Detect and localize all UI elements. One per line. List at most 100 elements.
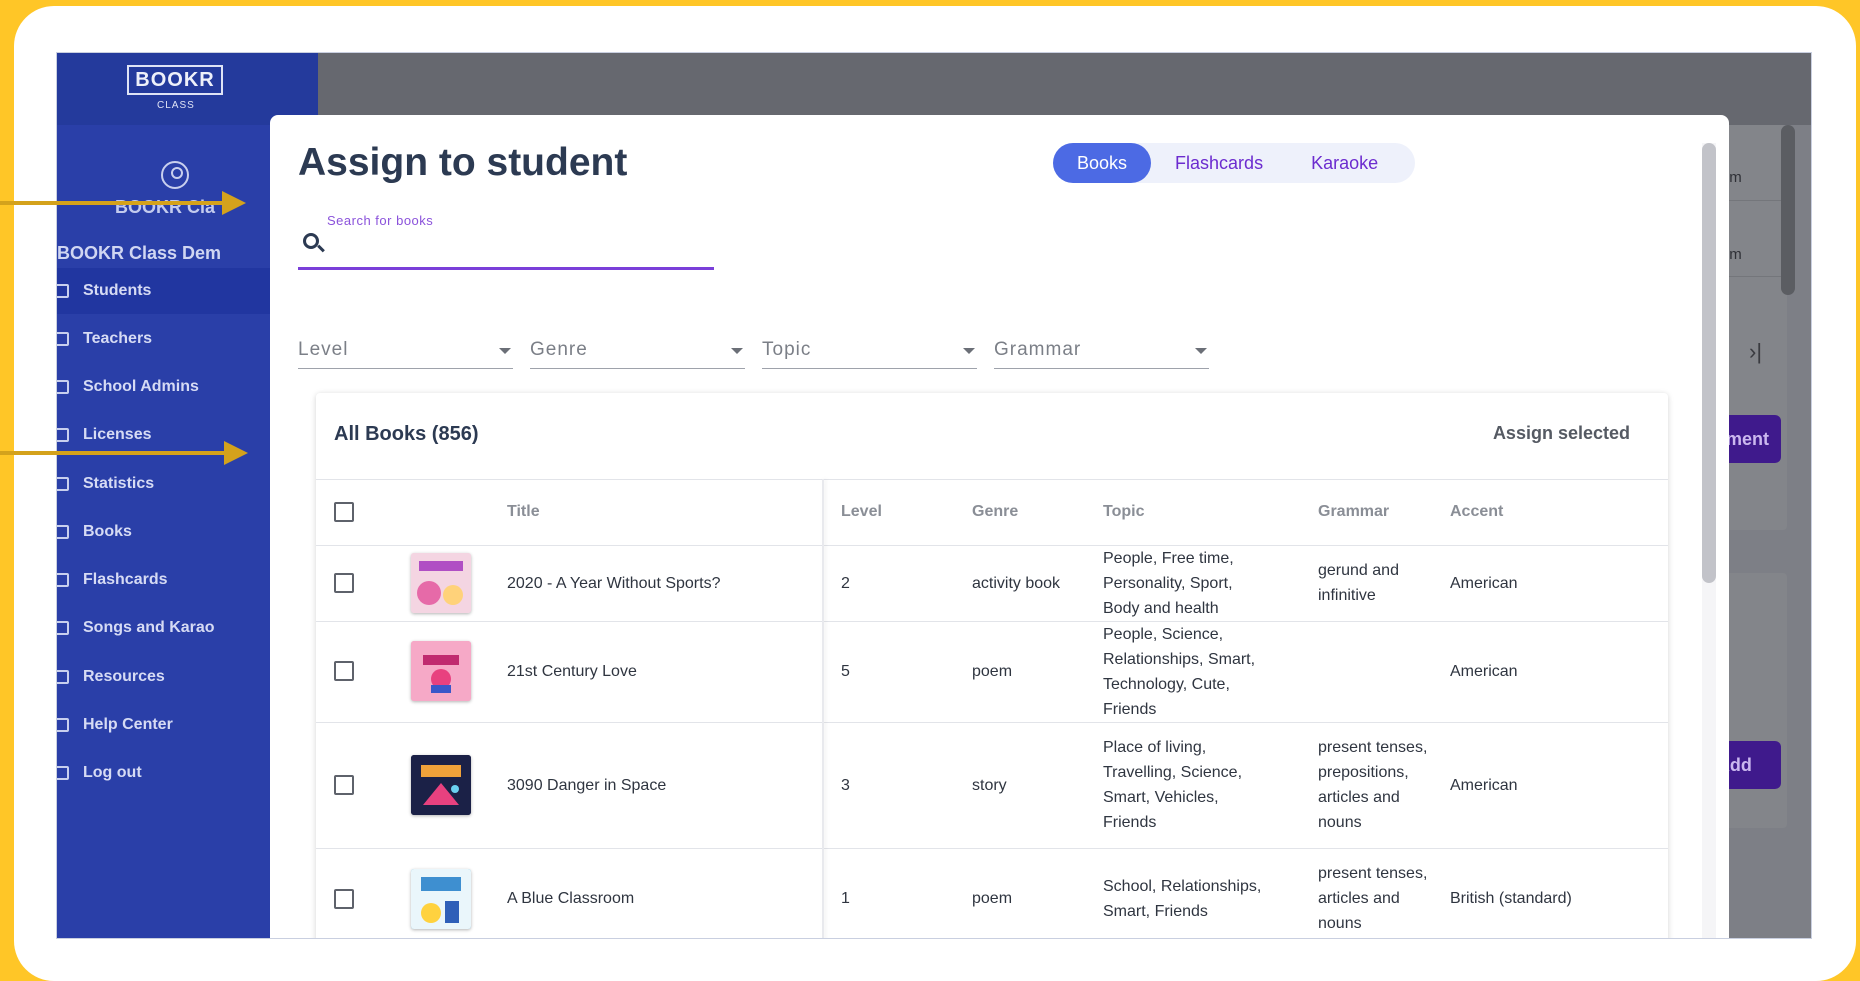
modal-scrollbar-thumb[interactable] [1702,143,1716,583]
book-grammar: present tenses, articles and nouns [1318,865,1428,932]
filter-label: Level [298,339,349,360]
resources-icon [57,670,69,684]
book-genre: story [972,776,1007,794]
book-grammar [1318,621,1428,722]
row-checkbox[interactable] [334,889,354,909]
books-icon [57,525,69,539]
filter-label: Genre [530,339,588,360]
search-icon [303,233,319,249]
cover-art [411,641,471,701]
search-label: Search for books [327,213,434,228]
school-name: BOOKR Class Dem [57,243,222,263]
book-title[interactable]: 3090 Danger in Space [507,722,666,848]
book-genre: activity book [972,574,1061,592]
flashcards-icon [57,573,69,587]
app-logo-subtitle: CLASS [157,100,195,111]
help-icon [57,718,69,732]
column-header-accent[interactable]: Accent [1450,503,1503,521]
sidebar-item-label: Flashcards [83,571,168,588]
book-level: 5 [841,663,850,680]
songs-icon [57,621,69,635]
cover-art [411,755,471,815]
chevron-down-icon [1195,348,1207,354]
school-admins-icon [57,380,69,394]
column-header-level[interactable]: Level [841,503,882,521]
sidebar-item-label: Resources [83,668,165,685]
sidebar-item-label: Help Center [83,716,173,733]
sidebar-item-label: School Admins [83,378,199,395]
column-header-grammar[interactable]: Grammar [1318,503,1389,521]
book-topic: People, Science, Relationships, Smart, T… [1103,625,1256,718]
topic-filter[interactable]: Topic [762,333,977,369]
book-level: 1 [841,890,850,907]
book-accent: British (standard) [1450,890,1572,907]
divider [316,479,1668,480]
tab-books[interactable]: Books [1053,143,1152,183]
annotation-arrow-head [224,441,248,465]
statistics-icon [57,477,69,491]
assign-selected-button[interactable]: Assign selected [1493,423,1630,444]
licenses-icon [57,428,69,442]
book-title[interactable]: 21st Century Love [507,621,637,722]
column-header-topic[interactable]: Topic [1103,503,1144,521]
book-cover-image[interactable] [411,553,471,613]
book-cover-image[interactable] [411,755,471,815]
row-checkbox[interactable] [334,775,354,795]
annotation-arrow [0,451,224,455]
chevron-down-icon [731,348,743,354]
column-header-genre[interactable]: Genre [972,503,1018,521]
book-cover-image[interactable] [411,641,471,701]
students-icon [57,284,69,298]
chevron-down-icon [499,348,511,354]
filter-label: Topic [762,339,812,360]
book-genre: poem [972,663,1013,680]
book-grammar: present tenses, prepositions, articles a… [1318,739,1428,831]
book-title[interactable]: A Blue Classroom [507,848,634,938]
sidebar-item-label: Log out [83,764,142,781]
app-logo[interactable]: BOOKR [127,65,223,95]
book-accent: American [1450,663,1518,680]
book-genre: poem [972,890,1013,907]
background-scrollbar [1781,125,1795,295]
cover-art [411,869,471,929]
sidebar-item-label: Books [83,523,132,540]
user-avatar-icon[interactable] [161,161,189,189]
table-title: All Books (856) [334,423,479,445]
book-title[interactable]: 2020 - A Year Without Sports? [507,545,720,621]
books-table-card: All Books (856) Assign selected Title Le… [316,393,1668,938]
genre-filter[interactable]: Genre [530,333,745,369]
content-type-tabs: Books Flashcards Karaoke [1053,143,1415,183]
teachers-icon [57,332,69,346]
sidebar-item-label: Statistics [83,475,155,492]
annotation-arrow [0,201,222,205]
search-underline [298,267,714,270]
book-level: 3 [841,776,850,794]
row-checkbox[interactable] [334,573,354,593]
book-accent: American [1450,574,1518,592]
row-checkbox[interactable] [334,661,354,681]
logout-icon [57,766,69,780]
app-screenshot: BOOKR CLASS BOOKR Cla BOOKR Class Dem St… [56,52,1812,939]
book-topic: Place of living, Travelling, Science, Sm… [1103,739,1243,831]
column-header-title[interactable]: Title [507,503,540,521]
assign-modal: Assign to student Books Flashcards Karao… [270,115,1729,938]
book-topic: School, Relationships, Smart, Friends [1103,877,1262,920]
annotation-arrow-head [222,191,246,215]
tab-karaoke[interactable]: Karaoke [1287,143,1402,183]
book-grammar: gerund and infinitive [1318,562,1399,604]
book-cover-image[interactable] [411,869,471,929]
sidebar-item-label: Licenses [83,426,152,443]
chevron-down-icon [963,348,975,354]
sticky-column-divider [822,479,824,938]
sidebar-item-label: Songs and Karao [83,619,215,636]
book-accent: American [1450,776,1518,794]
tab-flashcards[interactable]: Flashcards [1151,143,1287,183]
modal-title: Assign to student [298,141,628,184]
select-all-checkbox[interactable] [334,502,354,522]
cover-art [411,553,471,613]
book-topic: People, Free time, Personality, Sport, B… [1103,549,1234,617]
grammar-filter[interactable]: Grammar [994,333,1209,369]
book-level: 2 [841,574,850,592]
search-input[interactable] [328,227,682,257]
level-filter[interactable]: Level [298,333,513,369]
